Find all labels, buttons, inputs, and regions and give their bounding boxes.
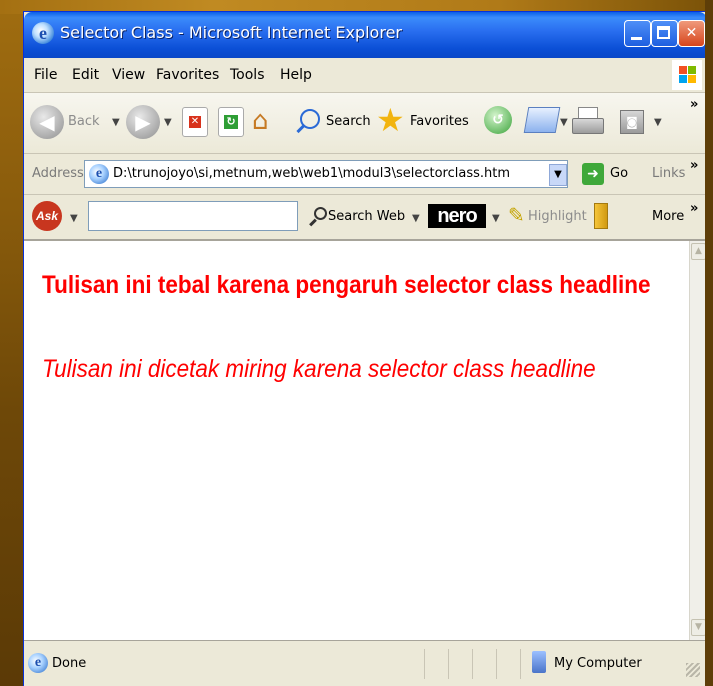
back-dropdown-icon[interactable]: ▼ xyxy=(112,117,120,128)
menu-bar: File Edit View Favorites Tools Help xyxy=(24,58,707,93)
status-separator xyxy=(448,649,449,679)
status-bar: e Done My Computer xyxy=(24,640,707,686)
more-overflow-icon[interactable]: » xyxy=(690,201,698,216)
edit-icon[interactable]: ◙ xyxy=(620,110,644,134)
search-web-icon[interactable] xyxy=(308,207,328,227)
favorites-button[interactable]: Favorites xyxy=(410,114,469,129)
ie-icon[interactable]: e xyxy=(32,22,54,44)
menu-file[interactable]: File xyxy=(34,67,57,83)
forward-arrow-icon[interactable]: ▶ xyxy=(126,105,160,139)
status-separator xyxy=(424,649,425,679)
go-arrow-icon[interactable]: ➜ xyxy=(582,163,604,185)
minimize-icon xyxy=(631,37,642,40)
ask-logo[interactable]: Ask xyxy=(32,201,62,231)
mail-dropdown-icon[interactable]: ▼ xyxy=(560,117,568,128)
windows-logo-icon xyxy=(672,60,702,90)
zone-text: My Computer xyxy=(554,656,642,671)
edit-dropdown-icon[interactable]: ▼ xyxy=(654,117,662,128)
go-button[interactable]: Go xyxy=(610,166,628,181)
page-content: Tulisan ini tebal karena pengaruh select… xyxy=(24,241,689,640)
menu-favorites[interactable]: Favorites xyxy=(156,67,219,83)
search-web-dropdown-icon[interactable]: ▼ xyxy=(412,213,420,224)
computer-icon xyxy=(532,651,546,673)
menu-help[interactable]: Help xyxy=(280,67,312,83)
mail-icon[interactable] xyxy=(523,107,561,133)
desktop-background-right xyxy=(705,0,713,686)
favorites-star-icon[interactable]: ★ xyxy=(376,103,405,137)
more-button[interactable]: More xyxy=(652,209,684,224)
close-icon: ✕ xyxy=(685,25,698,41)
print-icon[interactable] xyxy=(572,107,604,137)
status-separator xyxy=(520,649,521,679)
ask-dropdown-icon[interactable]: ▼ xyxy=(70,213,78,224)
status-separator xyxy=(496,649,497,679)
minimize-button[interactable] xyxy=(624,20,651,47)
refresh-icon[interactable]: ↻ xyxy=(218,107,244,137)
links-overflow-icon[interactable]: » xyxy=(690,158,698,173)
close-button[interactable]: ✕ xyxy=(678,20,705,47)
status-text: Done xyxy=(52,656,87,671)
pencil-icon[interactable] xyxy=(594,203,608,229)
scroll-down-icon[interactable]: ▼ xyxy=(691,619,706,636)
home-icon[interactable]: ⌂ xyxy=(252,105,284,137)
stop-icon[interactable]: ✕ xyxy=(182,107,208,137)
desktop-background-left xyxy=(0,0,24,686)
history-icon[interactable]: ↺ xyxy=(484,106,512,134)
toolbar-overflow-icon[interactable]: » xyxy=(690,97,698,112)
highlight-icon[interactable]: ✎ xyxy=(508,203,525,227)
standard-toolbar: ◀ Back ▼ ▶ ▼ ✕ ↻ ⌂ Search ★ Favorites ↺ … xyxy=(24,93,707,154)
address-bar: Address e D:\trunojoyo\si,metnum,web\web… xyxy=(24,154,707,195)
ask-toolbar: Ask ▼ Search Web ▼ nero ▼ ✎ Highlight Mo… xyxy=(24,195,707,241)
ask-search-input[interactable] xyxy=(88,201,298,231)
address-dropdown-icon[interactable]: ▼ xyxy=(549,164,567,186)
address-input[interactable]: e D:\trunojoyo\si,metnum,web\web1\modul3… xyxy=(84,160,568,188)
maximize-button[interactable] xyxy=(651,20,678,47)
back-arrow-icon[interactable]: ◀ xyxy=(30,105,64,139)
window-title: Selector Class - Microsoft Internet Expl… xyxy=(60,23,402,42)
menu-tools[interactable]: Tools xyxy=(230,67,265,83)
maximize-icon xyxy=(657,26,670,39)
links-button[interactable]: Links xyxy=(652,166,685,181)
title-bar[interactable]: e Selector Class - Microsoft Internet Ex… xyxy=(24,12,707,58)
search-web-button[interactable]: Search Web xyxy=(328,209,405,224)
browser-window: e Selector Class - Microsoft Internet Ex… xyxy=(24,12,707,686)
highlight-button[interactable]: Highlight xyxy=(528,209,587,224)
status-separator xyxy=(472,649,473,679)
status-page-icon: e xyxy=(28,653,48,673)
scroll-up-icon[interactable]: ▲ xyxy=(691,243,706,260)
forward-dropdown-icon[interactable]: ▼ xyxy=(164,117,172,128)
page-icon: e xyxy=(89,164,109,184)
nero-dropdown-icon[interactable]: ▼ xyxy=(492,213,500,224)
back-button[interactable]: Back xyxy=(68,114,100,129)
nero-logo[interactable]: nero xyxy=(428,204,486,228)
search-icon[interactable] xyxy=(294,107,324,137)
search-button[interactable]: Search xyxy=(326,114,371,129)
resize-grip[interactable] xyxy=(686,663,700,677)
italic-text: Tulisan ini dicetak miring karena select… xyxy=(42,355,596,383)
menu-view[interactable]: View xyxy=(112,67,145,83)
address-label: Address xyxy=(32,166,84,181)
address-url[interactable]: D:\trunojoyo\si,metnum,web\web1\modul3\s… xyxy=(113,166,510,181)
headline-text: Tulisan ini tebal karena pengaruh select… xyxy=(42,271,651,299)
menu-edit[interactable]: Edit xyxy=(72,67,99,83)
